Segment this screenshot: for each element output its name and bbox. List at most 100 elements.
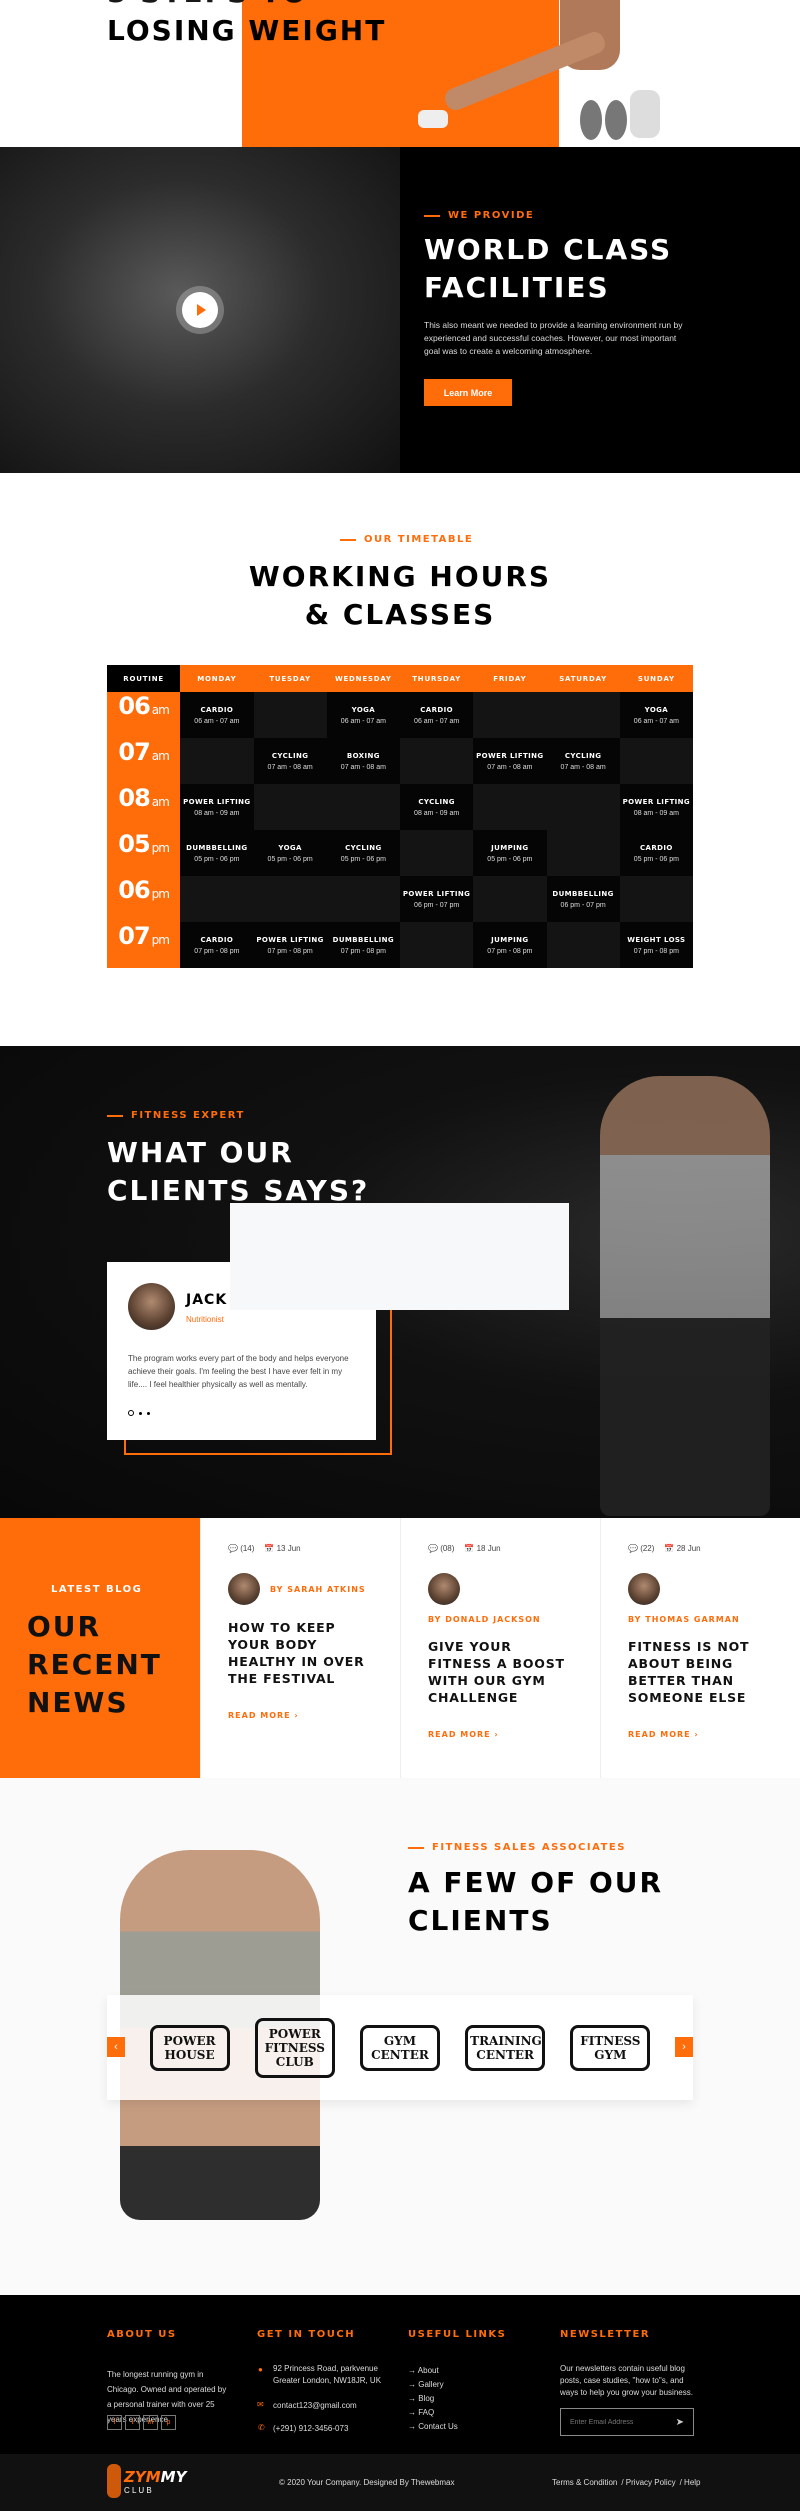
newsletter-form: ➤ <box>560 2408 694 2436</box>
class-name: JUMPING <box>491 843 529 852</box>
linkedin-icon[interactable]: in <box>143 2415 158 2430</box>
class-cell[interactable]: CARDIO 06 am - 07 am <box>400 692 474 738</box>
phone-number[interactable]: (+291) 912-3456-073 <box>273 2424 348 2433</box>
twitter-icon[interactable]: t <box>125 2415 140 2430</box>
footer-link[interactable]: → Contact Us <box>408 2420 458 2434</box>
class-cell[interactable]: WEIGHT LOSS 07 pm - 08 pm <box>619 922 693 968</box>
comment-icon: 💬 (08) <box>428 1544 455 1553</box>
empty-cell <box>253 784 327 830</box>
time-slot: 07 pm <box>107 922 181 968</box>
blog-section: LATEST BLOG OUR RECENT NEWS 💬 (14) 📅 13 Jun… <box>0 1518 800 1778</box>
dot[interactable] <box>139 1411 142 1415</box>
class-time: 07 pm - 08 pm <box>267 947 313 955</box>
class-time: 07 am - 08 am <box>340 763 386 771</box>
dot[interactable] <box>147 1411 150 1415</box>
email-input[interactable] <box>570 2418 665 2426</box>
pinterest-icon[interactable]: p <box>161 2415 176 2430</box>
address: 92 Princess Road, parkvenue Greater Lond… <box>273 2364 382 2385</box>
client-logo: POWER FITNESS CLUB <box>254 2017 335 2078</box>
class-cell[interactable]: POWER LIFTING 08 am - 09 am <box>619 784 693 830</box>
empty-cell <box>400 922 474 968</box>
class-cell[interactable]: POWER LIFTING 07 pm - 08 pm <box>253 922 327 968</box>
footer-link[interactable]: → FAQ <box>408 2406 458 2420</box>
author-name[interactable]: BY THOMAS GARMAN <box>628 1615 773 1624</box>
read-more-link[interactable]: READ MORE › <box>628 1730 773 1739</box>
period: pm <box>151 887 170 901</box>
class-cell[interactable]: DUMBBELLING 05 pm - 06 pm <box>180 830 254 876</box>
class-cell[interactable]: YOGA 05 pm - 06 pm <box>253 830 327 876</box>
author-name[interactable]: BY DONALD JACKSON <box>428 1615 573 1624</box>
section-title: WORLD CLASS FACILITIES <box>424 233 673 304</box>
day-header: SUNDAY <box>619 665 693 692</box>
clients-section: FITNESS SALES ASSOCIATES A FEW OF OUR CLI… <box>0 1778 800 2295</box>
email-link[interactable]: contact123@gmail.com <box>273 2401 357 2410</box>
send-icon[interactable]: ➤ <box>676 2417 684 2428</box>
class-name: POWER LIFTING <box>476 751 544 760</box>
author-name[interactable]: BY SARAH ATKINS <box>270 1585 366 1594</box>
class-cell[interactable]: DUMBBELLING 07 pm - 08 pm <box>326 922 400 968</box>
class-name: CYCLING <box>418 797 455 806</box>
class-cell[interactable]: POWER LIFTING 06 pm - 07 pm <box>400 876 474 922</box>
learn-more-button[interactable]: Learn More <box>424 379 512 406</box>
class-cell[interactable]: JUMPING 07 pm - 08 pm <box>473 922 547 968</box>
footer-link[interactable]: → Gallery <box>408 2378 458 2392</box>
post-title[interactable]: FITNESS IS NOT ABOUT BEING BETTER THAN S… <box>628 1638 773 1706</box>
footer-heading: USEFUL LINKS <box>408 2329 507 2340</box>
period: pm <box>151 933 170 947</box>
class-cell[interactable]: POWER LIFTING 07 am - 08 am <box>473 738 547 784</box>
read-more-link[interactable]: READ MORE › <box>228 1711 373 1720</box>
phone-icon: ✆ <box>258 2423 265 2432</box>
post-title[interactable]: HOW TO KEEP YOUR BODY HEALTHY IN OVER TH… <box>228 1619 373 1687</box>
class-cell[interactable]: CYCLING 07 am - 08 am <box>546 738 620 784</box>
blog-card: 💬 (08) 📅 18 Jun BY DONALD JACKSON GIVE YO… <box>400 1518 600 1778</box>
dot-active[interactable] <box>128 1410 134 1416</box>
terms-link[interactable]: Terms & Condition <box>552 2478 617 2487</box>
hero-title: 5 STEPS TOLOSING WEIGHT <box>107 0 387 47</box>
timetable-row: 07 am CYCLING 07 am - 08 am BOXING 07 am - 08… <box>107 738 693 784</box>
class-time: 05 pm - 06 pm <box>194 855 240 863</box>
read-more-link[interactable]: READ MORE › <box>428 1730 573 1739</box>
class-cell[interactable]: POWER LIFTING 08 am - 09 am <box>180 784 254 830</box>
help-link[interactable]: / Help <box>680 2478 701 2487</box>
post-meta: 💬 (14) 📅 13 Jun <box>228 1544 373 1553</box>
class-cell[interactable]: CYCLING 07 am - 08 am <box>253 738 327 784</box>
footer-link[interactable]: → About <box>408 2364 458 2378</box>
footer-link[interactable]: → Blog <box>408 2392 458 2406</box>
class-cell[interactable]: CARDIO 06 am - 07 am <box>180 692 254 738</box>
class-name: DUMBBELLING <box>186 843 248 852</box>
section-label: WE PROVIDE <box>424 210 534 221</box>
blog-card: 💬 (22) 📅 28 Jun BY THOMAS GARMAN FITNESS … <box>600 1518 800 1778</box>
class-time: 07 pm - 08 pm <box>194 947 240 955</box>
class-cell[interactable]: CYCLING 05 pm - 06 pm <box>326 830 400 876</box>
empty-cell <box>619 738 693 784</box>
class-time: 06 am - 07 am <box>340 717 386 725</box>
class-cell[interactable]: CARDIO 05 pm - 06 pm <box>619 830 693 876</box>
timetable-row: 07 pm CARDIO 07 pm - 08 pm POWER LIFTING 07 p… <box>107 922 693 968</box>
class-cell[interactable]: DUMBBELLING 06 pm - 07 pm <box>546 876 620 922</box>
day-header: SATURDAY <box>546 665 620 692</box>
class-name: DUMBBELLING <box>552 889 614 898</box>
section-title: WORKING HOURS & CLASSES <box>248 560 552 631</box>
timetable-row: 06 pm POWER LIFTING 06 pm - 07 pm DUMBBELLIN… <box>107 876 693 922</box>
play-icon[interactable] <box>182 292 218 328</box>
class-cell[interactable]: CYCLING 08 am - 09 am <box>400 784 474 830</box>
prev-arrow-icon[interactable]: ‹ <box>107 2037 125 2057</box>
class-name: YOGA <box>644 705 669 714</box>
class-cell[interactable]: JUMPING 05 pm - 06 pm <box>473 830 547 876</box>
legal-links: Terms & Condition / Privacy Policy / Hel… <box>552 2478 701 2487</box>
brand-logo[interactable]: ZYMMY C L U B <box>107 2464 186 2498</box>
post-title[interactable]: GIVE YOUR FITNESS A BOOST WITH OUR GYM C… <box>428 1638 573 1706</box>
class-cell[interactable]: YOGA 06 am - 07 am <box>326 692 400 738</box>
next-arrow-icon[interactable]: › <box>675 2037 693 2057</box>
client-logo: FITNESS GYM <box>570 2024 651 2071</box>
class-cell[interactable]: YOGA 06 am - 07 am <box>619 692 693 738</box>
privacy-link[interactable]: / Privacy Policy <box>621 2478 675 2487</box>
class-cell[interactable]: BOXING 07 am - 08 am <box>326 738 400 784</box>
facebook-icon[interactable]: f <box>107 2415 122 2430</box>
trainer-photo <box>600 1076 770 1516</box>
class-name: YOGA <box>351 705 376 714</box>
copyright: © 2020 Your Company. Designed By Thewebm… <box>279 2478 455 2487</box>
hero-athlete-image <box>380 0 700 147</box>
empty-cell <box>546 784 620 830</box>
class-cell[interactable]: CARDIO 07 pm - 08 pm <box>180 922 254 968</box>
